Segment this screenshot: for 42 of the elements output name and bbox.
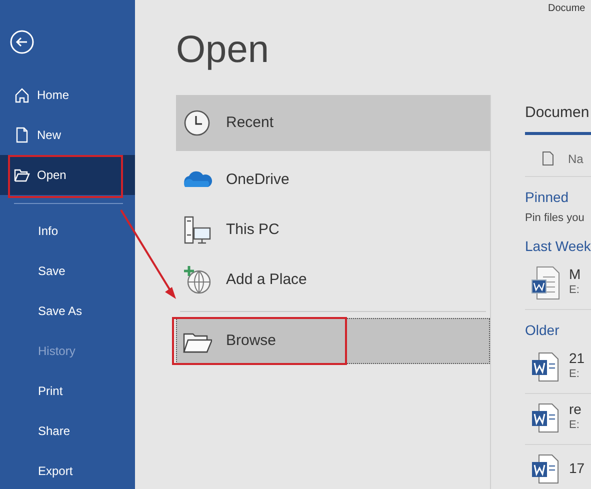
sidebar-item[interactable]: Open bbox=[0, 155, 135, 195]
computer-icon bbox=[182, 215, 212, 245]
file-name: re bbox=[569, 402, 582, 418]
file-name: 21 bbox=[569, 351, 585, 366]
window-title: Docume bbox=[548, 2, 586, 16]
document-icon bbox=[542, 151, 554, 166]
place-item[interactable]: Add a Place bbox=[176, 255, 490, 305]
file-row[interactable]: 17 bbox=[525, 445, 591, 489]
place-item[interactable]: This PC bbox=[176, 205, 490, 255]
hint-text: Pin files you bbox=[525, 210, 586, 226]
file-path: E: bbox=[569, 283, 580, 298]
column-header[interactable]: Na bbox=[568, 150, 584, 168]
place-item[interactable]: OneDrive bbox=[176, 155, 490, 205]
sidebar-item[interactable]: Export bbox=[0, 451, 135, 489]
globe-plus-icon bbox=[182, 265, 212, 295]
page-title: Open bbox=[176, 28, 269, 73]
file-path: E: bbox=[569, 418, 580, 434]
document-icon bbox=[14, 127, 30, 143]
file-row[interactable]: M E: bbox=[525, 259, 591, 310]
sidebar-item[interactable]: Print bbox=[0, 371, 135, 411]
section-heading: Older bbox=[525, 321, 560, 340]
sidebar-item[interactable]: Home bbox=[0, 75, 135, 115]
file-name: M bbox=[569, 267, 581, 282]
sidebar-item[interactable]: Info bbox=[0, 211, 135, 251]
clock-icon bbox=[182, 108, 212, 138]
home-icon bbox=[14, 87, 30, 103]
back-button[interactable] bbox=[10, 30, 34, 54]
place-item[interactable]: Recent bbox=[176, 95, 490, 151]
file-row[interactable]: 21 E: bbox=[525, 343, 591, 394]
sidebar-item[interactable]: Share bbox=[0, 411, 135, 451]
sidebar-item[interactable]: New bbox=[0, 115, 135, 155]
sidebar-item[interactable]: Save bbox=[0, 251, 135, 291]
file-row[interactable]: re E: bbox=[525, 394, 591, 445]
section-heading: Pinned bbox=[525, 188, 570, 206]
file-name: 17 bbox=[569, 461, 585, 477]
documents-tab[interactable]: Documen bbox=[525, 102, 591, 134]
word-file-icon bbox=[529, 265, 561, 301]
section-heading: Last Week bbox=[525, 237, 591, 256]
file-path: E: bbox=[569, 367, 580, 382]
sidebar-item[interactable]: Save As bbox=[0, 291, 135, 331]
back-icon bbox=[10, 30, 34, 54]
folder-icon bbox=[14, 167, 30, 183]
